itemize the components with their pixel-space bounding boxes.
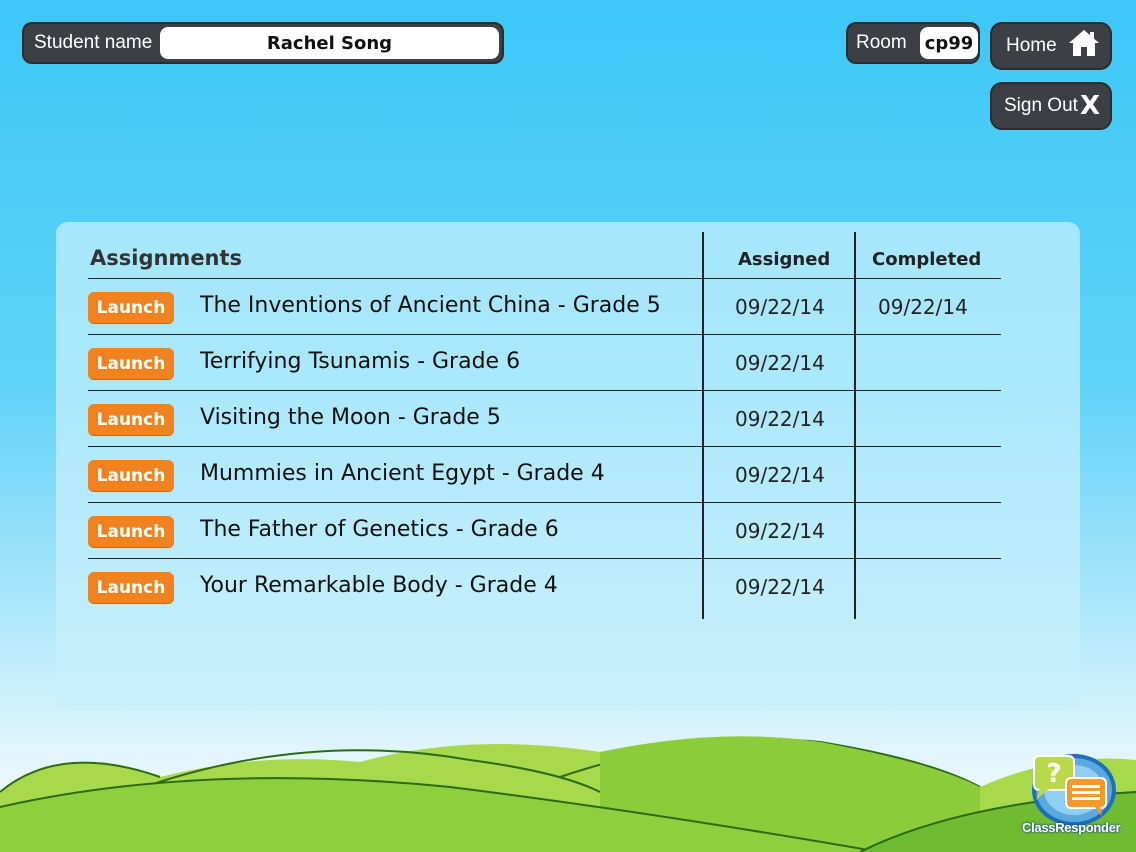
assignment-title: Mummies in Ancient Egypt - Grade 4: [200, 461, 605, 486]
home-button[interactable]: Home: [990, 22, 1112, 70]
sign-out-button-label: Sign Out: [1004, 95, 1078, 116]
column-divider: [854, 279, 856, 334]
launch-button[interactable]: Launch: [88, 516, 174, 547]
assigned-header: Assigned: [738, 249, 831, 270]
column-divider: [854, 503, 856, 558]
launch-button[interactable]: Launch: [88, 404, 174, 435]
launch-button[interactable]: Launch: [88, 460, 174, 491]
table-row: Launch The Father of Genetics - Grade 6 …: [88, 503, 1001, 559]
assignments-panel: Assignments Assigned Completed Launch Th…: [56, 222, 1080, 710]
assignment-title: The Inventions of Ancient China - Grade …: [200, 293, 661, 318]
home-icon: [1068, 28, 1100, 64]
table-row: Launch The Inventions of Ancient China -…: [88, 279, 1001, 335]
table-row: Launch Mummies in Ancient Egypt - Grade …: [88, 447, 1001, 503]
home-button-label: Home: [1006, 35, 1057, 56]
table-row: Launch Visiting the Moon - Grade 5 09/22…: [88, 391, 1001, 447]
column-divider: [702, 447, 704, 502]
table-header: Assignments Assigned Completed: [88, 232, 1001, 279]
table-row: Launch Your Remarkable Body - Grade 4 09…: [88, 559, 1001, 619]
assignment-title: Terrifying Tsunamis - Grade 6: [200, 349, 521, 374]
assignment-title: Your Remarkable Body - Grade 4: [200, 573, 558, 598]
room-label: Room: [856, 32, 907, 53]
launch-button[interactable]: Launch: [88, 348, 174, 379]
student-name-bar: Student name Rachel Song: [22, 22, 504, 64]
classresponder-logo-text: ClassResponder: [1022, 820, 1121, 835]
column-divider: [854, 232, 856, 278]
completed-header: Completed: [872, 249, 982, 270]
assignment-title: The Father of Genetics - Grade 6: [200, 517, 559, 542]
room-code: cp99: [920, 27, 978, 59]
student-name-label: Student name: [34, 32, 153, 53]
close-icon: X: [1079, 91, 1100, 121]
launch-button[interactable]: Launch: [88, 292, 174, 323]
assigned-date: 09/22/14: [735, 351, 825, 375]
assigned-date: 09/22/14: [735, 575, 825, 599]
sign-out-button[interactable]: Sign Out X: [990, 82, 1112, 130]
column-divider: [702, 232, 704, 278]
assigned-date: 09/22/14: [735, 295, 825, 319]
column-divider: [702, 559, 704, 619]
launch-button[interactable]: Launch: [88, 572, 174, 603]
assignments-table: Assignments Assigned Completed Launch Th…: [88, 232, 1001, 619]
column-divider: [854, 447, 856, 502]
column-divider: [854, 391, 856, 446]
column-divider: [702, 335, 704, 390]
assigned-date: 09/22/14: [735, 407, 825, 431]
column-divider: [702, 503, 704, 558]
assigned-date: 09/22/14: [735, 519, 825, 543]
completed-date: 09/22/14: [878, 295, 968, 319]
room-bar: Room cp99: [846, 22, 980, 64]
column-divider: [702, 391, 704, 446]
column-divider: [854, 559, 856, 619]
assigned-date: 09/22/14: [735, 463, 825, 487]
assignments-header: Assignments: [90, 246, 243, 270]
column-divider: [702, 279, 704, 334]
column-divider: [854, 335, 856, 390]
svg-text:?: ?: [1046, 759, 1061, 789]
hills-background: [0, 736, 1136, 852]
table-row: Launch Terrifying Tsunamis - Grade 6 09/…: [88, 335, 1001, 391]
student-name-field: Rachel Song: [160, 27, 499, 59]
assignment-title: Visiting the Moon - Grade 5: [200, 405, 501, 430]
